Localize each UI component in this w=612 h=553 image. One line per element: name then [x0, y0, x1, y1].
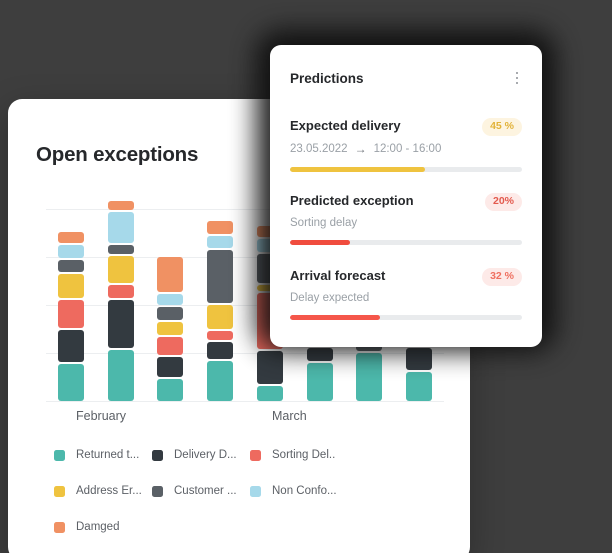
- bar-segment: [107, 256, 134, 284]
- status-badge: 32 %: [482, 268, 522, 286]
- progress-track: [290, 166, 522, 172]
- bar-segment: [57, 329, 84, 363]
- bar-segment: [157, 307, 184, 320]
- prediction-item[interactable]: Expected delivery 45 % 23.05.2022 → 12:00 - …: [290, 118, 522, 172]
- bar-segment: [256, 386, 283, 401]
- arrow-right-icon: →: [354, 141, 367, 156]
- bar-segment: [107, 211, 134, 243]
- bar-segment: [157, 257, 184, 293]
- prediction-sub-left: 23.05.2022: [290, 142, 348, 155]
- bar-segment: [57, 364, 84, 401]
- axis-tick-label: March: [272, 409, 307, 423]
- prediction-name: Predicted exception: [290, 193, 414, 208]
- gridline: [46, 401, 444, 402]
- legend-swatch-icon: [54, 485, 65, 497]
- chart-x-axis: February March: [46, 409, 444, 429]
- progress-fill: [290, 166, 425, 172]
- stacked-bar[interactable]: [207, 219, 234, 401]
- prediction-row: Arrival forecast 32 %: [290, 268, 522, 286]
- progress-track: [290, 239, 522, 245]
- bar-segment: [107, 285, 134, 299]
- kebab-menu-icon[interactable]: [508, 69, 526, 87]
- status-badge: 20%: [484, 193, 522, 211]
- bar-slot: [46, 209, 96, 401]
- bar-segment: [256, 351, 283, 385]
- bar-segment: [157, 336, 184, 355]
- bar-segment: [57, 244, 84, 258]
- prediction-sub-right: 12:00 - 16:00: [373, 142, 442, 155]
- prediction-name: Arrival forecast: [290, 268, 386, 283]
- legend-swatch-icon: [152, 485, 163, 497]
- chart-legend: Returned t... Delivery D... Sorting Del.. A…: [54, 449, 444, 553]
- bar-segment: [207, 305, 234, 330]
- bar-segment: [207, 360, 234, 401]
- legend-swatch-icon: [250, 449, 261, 461]
- progress-fill: [290, 239, 351, 245]
- legend-item-label: Sorting Del..: [272, 449, 336, 461]
- bar-segment: [107, 200, 134, 210]
- legend-item-customer[interactable]: Customer ...: [152, 485, 250, 497]
- bar-segment: [157, 321, 184, 335]
- prediction-item[interactable]: Predicted exception 20% Sorting delay: [290, 193, 522, 245]
- bar-segment: [57, 274, 84, 299]
- predictions-header: Predictions: [290, 69, 526, 87]
- bar-segment: [157, 356, 184, 378]
- stacked-bar[interactable]: [157, 255, 184, 401]
- bar-segment: [157, 294, 184, 306]
- legend-item-non-conformity[interactable]: Non Confo...: [250, 485, 348, 497]
- prediction-item[interactable]: Arrival forecast 32 % Delay expected: [290, 268, 522, 320]
- prediction-sub-left: Delay expected: [290, 291, 370, 304]
- bar-segment: [306, 362, 333, 401]
- stacked-bar[interactable]: [57, 230, 84, 401]
- bar-slot: [96, 200, 146, 401]
- progress-track: [290, 314, 522, 320]
- legend-item-label: Returned t...: [76, 449, 140, 461]
- legend-item-address-error[interactable]: Address Er...: [54, 485, 152, 497]
- prediction-subtitle: Delay expected: [290, 292, 522, 304]
- predictions-title: Predictions: [290, 70, 364, 86]
- legend-item-damaged[interactable]: Damged: [54, 521, 152, 533]
- legend-item-label: Non Confo...: [272, 485, 337, 497]
- prediction-subtitle: 23.05.2022 → 12:00 - 16:00: [290, 142, 522, 156]
- bar-segment: [207, 331, 234, 341]
- predictions-card: Predictions Expected delivery 45 % 23.05.2…: [270, 45, 542, 347]
- bar-segment: [107, 244, 134, 255]
- bar-segment: [207, 235, 234, 249]
- legend-swatch-icon: [152, 449, 163, 461]
- bar-segment: [406, 371, 433, 401]
- bar-segment: [207, 220, 234, 234]
- bar-segment: [107, 349, 134, 401]
- legend-item-label: Customer ...: [174, 485, 237, 497]
- prediction-row: Predicted exception 20%: [290, 193, 522, 211]
- bar-segment: [207, 342, 234, 359]
- legend-item-returned[interactable]: Returned t...: [54, 449, 152, 461]
- legend-swatch-icon: [250, 485, 261, 497]
- bar-segment: [356, 353, 383, 401]
- app-background: Open exceptions February March Returned t…: [0, 0, 612, 553]
- bar-segment: [57, 300, 84, 328]
- bar-segment: [57, 259, 84, 273]
- legend-item-label: Address Er...: [76, 485, 142, 497]
- status-badge: 45 %: [482, 118, 522, 136]
- bar-segment: [57, 231, 84, 243]
- axis-tick-label: February: [76, 409, 127, 423]
- legend-item-delivery-damage[interactable]: Delivery D...: [152, 449, 250, 461]
- bar-slot: [146, 209, 196, 401]
- legend-item-label: Damged: [76, 521, 120, 533]
- prediction-sub-left: Sorting delay: [290, 216, 358, 229]
- legend-swatch-icon: [54, 449, 65, 461]
- stacked-bar[interactable]: [107, 199, 134, 401]
- progress-fill: [290, 314, 381, 320]
- bar-segment: [207, 250, 234, 304]
- bar-segment: [157, 379, 184, 401]
- prediction-subtitle: Sorting delay: [290, 217, 522, 229]
- legend-item-label: Delivery D...: [174, 449, 237, 461]
- page-title: Open exceptions: [36, 143, 199, 166]
- prediction-row: Expected delivery 45 %: [290, 118, 522, 136]
- legend-item-sorting-delay[interactable]: Sorting Del..: [250, 449, 348, 461]
- prediction-name: Expected delivery: [290, 118, 401, 133]
- legend-swatch-icon: [54, 521, 65, 533]
- bar-slot: [195, 209, 245, 401]
- bar-segment: [107, 300, 134, 348]
